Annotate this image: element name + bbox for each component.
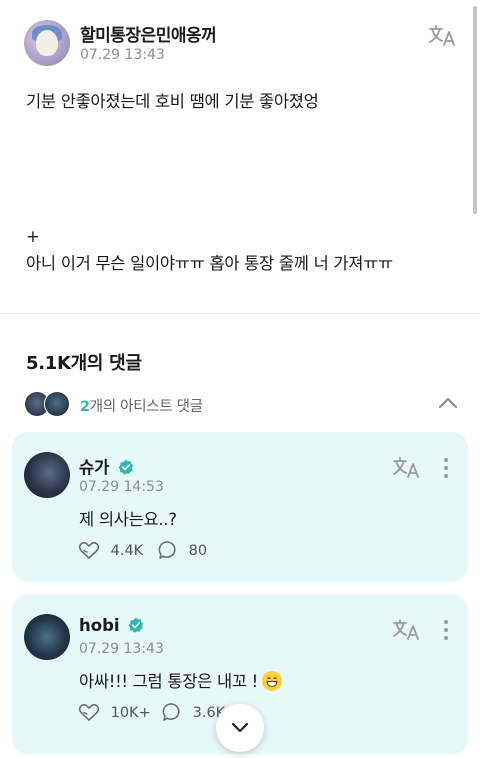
- comment-author-name[interactable]: hobi: [79, 616, 144, 635]
- comment-avatar[interactable]: [24, 614, 70, 660]
- grinning-emoji-icon: [261, 671, 282, 691]
- more-vertical-icon[interactable]: [443, 458, 449, 480]
- reply-icon: [158, 541, 176, 559]
- like-icon: [78, 542, 100, 559]
- artist-comment-label: 개의 아티스트 댓글: [89, 399, 203, 415]
- chevron-up-icon[interactable]: [436, 394, 460, 412]
- scrollbar[interactable]: [473, 6, 477, 214]
- translate-icon[interactable]: [428, 24, 458, 48]
- post-author-avatar[interactable]: [24, 20, 70, 66]
- post-author-name[interactable]: 할미통장은민애옹꺼: [80, 21, 217, 46]
- artist-comment-count: 2: [80, 399, 90, 415]
- reply-button[interactable]: 3.6K: [162, 702, 225, 722]
- reply-button[interactable]: 80: [158, 540, 207, 560]
- comment-author-label: 슈가: [79, 458, 110, 477]
- artist-comment-card[interactable]: 슈가 07.29 14:53 제 의사는요..? 4.4K 80: [12, 432, 468, 582]
- comment-author-label: hobi: [79, 616, 120, 635]
- like-count: 4.4K: [110, 543, 144, 559]
- comments-count-title: 5.1K개의 댓글: [26, 353, 142, 374]
- like-count: 10K+: [110, 705, 151, 721]
- chevron-down-icon: [231, 722, 249, 733]
- comment-timestamp: 07.29 14:53: [79, 479, 164, 495]
- artist-avatar-stack: [24, 391, 76, 417]
- reply-count: 80: [188, 543, 208, 559]
- artist-comments-toggle[interactable]: 2개의 아티스트 댓글: [80, 395, 203, 416]
- artist-mini-avatar: [44, 391, 70, 417]
- comment-text: 아싸!!! 그럼 통장은 내꼬 !: [79, 668, 282, 692]
- like-icon: [78, 704, 100, 721]
- comment-timestamp: 07.29 13:43: [79, 641, 164, 657]
- scroll-down-button[interactable]: [216, 704, 264, 752]
- reply-icon: [162, 703, 180, 721]
- comment-text-label: 아싸!!! 그럼 통장은 내꼬 !: [79, 672, 258, 691]
- comment-avatar[interactable]: [24, 452, 70, 498]
- section-divider: [0, 313, 480, 314]
- comment-text: 제 의사는요..?: [79, 510, 177, 529]
- like-button[interactable]: 4.4K: [78, 540, 143, 560]
- verified-badge-icon: [118, 459, 134, 475]
- like-button[interactable]: 10K+: [78, 702, 151, 722]
- verified-badge-icon: [129, 617, 144, 633]
- translate-icon[interactable]: [392, 456, 422, 480]
- comment-author-name[interactable]: 슈가: [79, 454, 134, 478]
- more-vertical-icon[interactable]: [443, 620, 449, 642]
- translate-icon[interactable]: [392, 618, 422, 642]
- post-body: 기분 안좋아졌는데 호비 땜에 기분 좋아졌엉 + 아니 이거 무슨 일이야ㅠㅠ…: [26, 92, 393, 273]
- post-timestamp: 07.29 13:43: [80, 47, 165, 63]
